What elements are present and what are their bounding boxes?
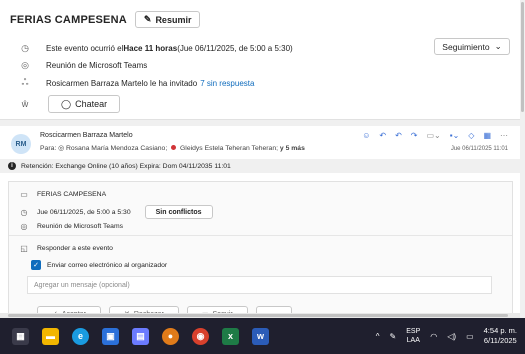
occurred-prefix: Este evento ocurrió el bbox=[46, 44, 124, 53]
event-box-title: FERIAS CAMPESENA bbox=[37, 191, 107, 198]
calendar-reply-icon: ◱ bbox=[20, 244, 28, 253]
event-title: FERIAS CAMPESENA bbox=[10, 13, 127, 26]
location-text: Reunión de Microsoft Teams bbox=[46, 61, 148, 70]
sparkle-icon: ✎ bbox=[143, 14, 152, 24]
sensitivity-icon[interactable]: ◇ bbox=[468, 131, 474, 140]
event-location-row: ◎ Reunión de Microsoft Teams bbox=[19, 222, 124, 231]
more-recipients[interactable]: y 5 más bbox=[280, 145, 305, 152]
follow-up-dropdown[interactable]: Seguimiento ⌄ bbox=[434, 38, 510, 55]
response-message-input[interactable]: Agregar un mensaje (opcional) bbox=[27, 276, 492, 294]
recipients-line: Para: ◎ Rosana María Mendoza Casiano; Gl… bbox=[40, 144, 305, 152]
clock-icon: ◷ bbox=[20, 207, 28, 217]
sender-name[interactable]: Roscicarmen Barraza Martelo bbox=[40, 132, 133, 139]
event-time: Jue 06/11/2025, de 5:00 a 5:30 bbox=[37, 208, 131, 216]
lang-bottom: LAA bbox=[406, 337, 420, 344]
occurred-relative: Hace 11 horas bbox=[123, 44, 178, 53]
taskbar-apps: ▦ ▬ e ▣ ▤ ● ◉ x w bbox=[12, 327, 269, 345]
info-icon: i bbox=[8, 162, 16, 170]
email-organizer-row: ✓ Enviar correo electrónico al organizad… bbox=[31, 260, 167, 270]
teams-row: ŵ bbox=[18, 99, 46, 109]
firefox-icon[interactable]: ● bbox=[162, 327, 179, 345]
event-summary-card: FERIAS CAMPESENA ✎ Resumir ◷ Este evento… bbox=[0, 0, 520, 120]
people-icon: ஃ bbox=[21, 77, 29, 87]
chevron-up-icon[interactable]: ^ bbox=[376, 332, 380, 341]
location-pin-icon: ◎ bbox=[20, 222, 28, 231]
message-toolbar: ☺ ↶ ↶ ↷ ▭⌄ ▪⌄ ◇ ▦ ⋯ bbox=[362, 131, 508, 140]
location-pin-icon: ◎ bbox=[21, 60, 29, 70]
more-options-icon[interactable]: ⋯ bbox=[500, 131, 508, 140]
recipient-1[interactable]: Rosana María Mendoza Casiano; bbox=[66, 145, 167, 152]
chat-button[interactable]: ◯ Chatear bbox=[48, 95, 121, 113]
summarize-label: Resumir bbox=[155, 14, 192, 25]
chat-bubble-icon: ◯ bbox=[61, 98, 72, 109]
retention-banner: i Retención: Exchange Online (10 años) E… bbox=[0, 159, 520, 173]
pen-icon[interactable]: ✎ bbox=[390, 332, 397, 341]
chevron-down-icon: ⌄ bbox=[494, 41, 502, 51]
lang-top: ESP bbox=[406, 328, 421, 335]
event-occurred-row: ◷ Este evento ocurrió el Hace 11 horas (… bbox=[18, 43, 293, 54]
reply-icon[interactable]: ↶ bbox=[379, 131, 386, 140]
summarize-button[interactable]: ✎ Resumir bbox=[134, 11, 201, 28]
wifi-icon[interactable]: ◠ bbox=[430, 332, 437, 341]
clock-icon: ◷ bbox=[21, 43, 29, 53]
horizontal-scroll-thumb[interactable] bbox=[8, 314, 508, 317]
outlook-reading-pane: FERIAS CAMPESENA ✎ Resumir ◷ Este evento… bbox=[0, 0, 525, 318]
battery-icon[interactable]: ▭ bbox=[466, 332, 474, 341]
vertical-scroll-thumb[interactable] bbox=[521, 2, 524, 112]
event-details-box: ▭ FERIAS CAMPESENA ◷ Jue 06/11/2025, de … bbox=[8, 181, 513, 318]
no-conflicts-label: Sin conflictos bbox=[155, 208, 202, 216]
respond-section bbox=[9, 235, 512, 236]
emoji-icon[interactable]: ☺ bbox=[362, 131, 370, 140]
excel-icon[interactable]: x bbox=[222, 327, 239, 345]
no-conflicts-button[interactable]: Sin conflictos bbox=[144, 205, 213, 219]
edge-icon[interactable]: e bbox=[72, 327, 89, 345]
event-time-row: ◷ Jue 06/11/2025, de 5:00 a 5:30 Sin con… bbox=[19, 205, 213, 219]
grid-view-icon[interactable]: ▦ bbox=[483, 131, 491, 140]
teams-icon: ŵ bbox=[21, 99, 29, 109]
invite-row: ஃ Rosicarmen Barraza Martelo le ha invit… bbox=[18, 77, 254, 89]
location-row: ◎ Reunión de Microsoft Teams bbox=[18, 60, 147, 71]
calculator-icon[interactable]: ▤ bbox=[132, 327, 149, 345]
event-title-row: ▭ FERIAS CAMPESENA bbox=[19, 190, 106, 199]
no-response-link[interactable]: 7 sin respuesta bbox=[200, 79, 254, 88]
follow-up-label: Seguimiento bbox=[442, 41, 490, 52]
volume-icon[interactable]: ◁) bbox=[447, 332, 456, 341]
busy-status-icon bbox=[171, 145, 177, 150]
start-icon[interactable]: ▦ bbox=[12, 327, 29, 345]
reply-all-icon[interactable]: ↶ bbox=[395, 131, 402, 140]
word-icon[interactable]: w bbox=[252, 327, 269, 345]
system-tray: ^ ✎ ESP LAA ◠ ◁) ▭ 4:54 p. m. 6/11/2025 bbox=[376, 318, 517, 354]
respond-header-row: ◱ Responder a este evento bbox=[19, 244, 113, 253]
recipient-status-icon: ◎ bbox=[58, 145, 65, 152]
email-organizer-checkbox[interactable]: ✓ bbox=[31, 260, 41, 270]
message-date: Jue 06/11/2025 11:01 bbox=[450, 146, 508, 152]
title-row: FERIAS CAMPESENA ✎ Resumir bbox=[10, 11, 201, 28]
chrome-icon[interactable]: ◉ bbox=[192, 327, 209, 345]
retention-text: Retención: Exchange Online (10 años) Exp… bbox=[21, 162, 231, 170]
tag-icon[interactable]: ▪⌄ bbox=[450, 131, 460, 140]
avatar[interactable]: RM bbox=[11, 134, 31, 154]
teams-share-icon[interactable]: ▭⌄ bbox=[426, 131, 440, 140]
email-organizer-label: Enviar correo electrónico al organizador bbox=[47, 261, 168, 269]
occurred-suffix: (Jue 06/11/2025, de 5:00 a 5:30) bbox=[177, 44, 293, 53]
language-indicator[interactable]: ESP LAA bbox=[406, 327, 420, 345]
respond-label: Responder a este evento bbox=[37, 245, 113, 252]
message-card: RM Roscicarmen Barraza Martelo Para: ◎ R… bbox=[0, 126, 520, 318]
calendar-icon: ▭ bbox=[20, 190, 28, 199]
vertical-scrollbar[interactable] bbox=[520, 0, 525, 318]
clock[interactable]: 4:54 p. m. 6/11/2025 bbox=[484, 326, 517, 346]
invite-text: Rosicarmen Barraza Martelo le ha invitad… bbox=[46, 78, 198, 88]
chat-label: Chatear bbox=[75, 99, 108, 109]
windows-taskbar: ▦ ▬ e ▣ ▤ ● ◉ x w ^ ✎ ESP LAA ◠ ◁) ▭ 4:5… bbox=[0, 318, 525, 354]
clock-time: 4:54 p. m. bbox=[483, 326, 517, 335]
file-explorer-icon[interactable]: ▬ bbox=[42, 327, 59, 345]
store-icon[interactable]: ▣ bbox=[102, 327, 119, 345]
event-location: Reunión de Microsoft Teams bbox=[37, 223, 124, 230]
forward-icon[interactable]: ↷ bbox=[411, 131, 418, 140]
clock-date: 6/11/2025 bbox=[483, 336, 517, 345]
recipient-2[interactable]: Gleidys Estela Teheran Teheran; bbox=[180, 145, 278, 152]
to-prefix: Para: bbox=[40, 145, 59, 152]
